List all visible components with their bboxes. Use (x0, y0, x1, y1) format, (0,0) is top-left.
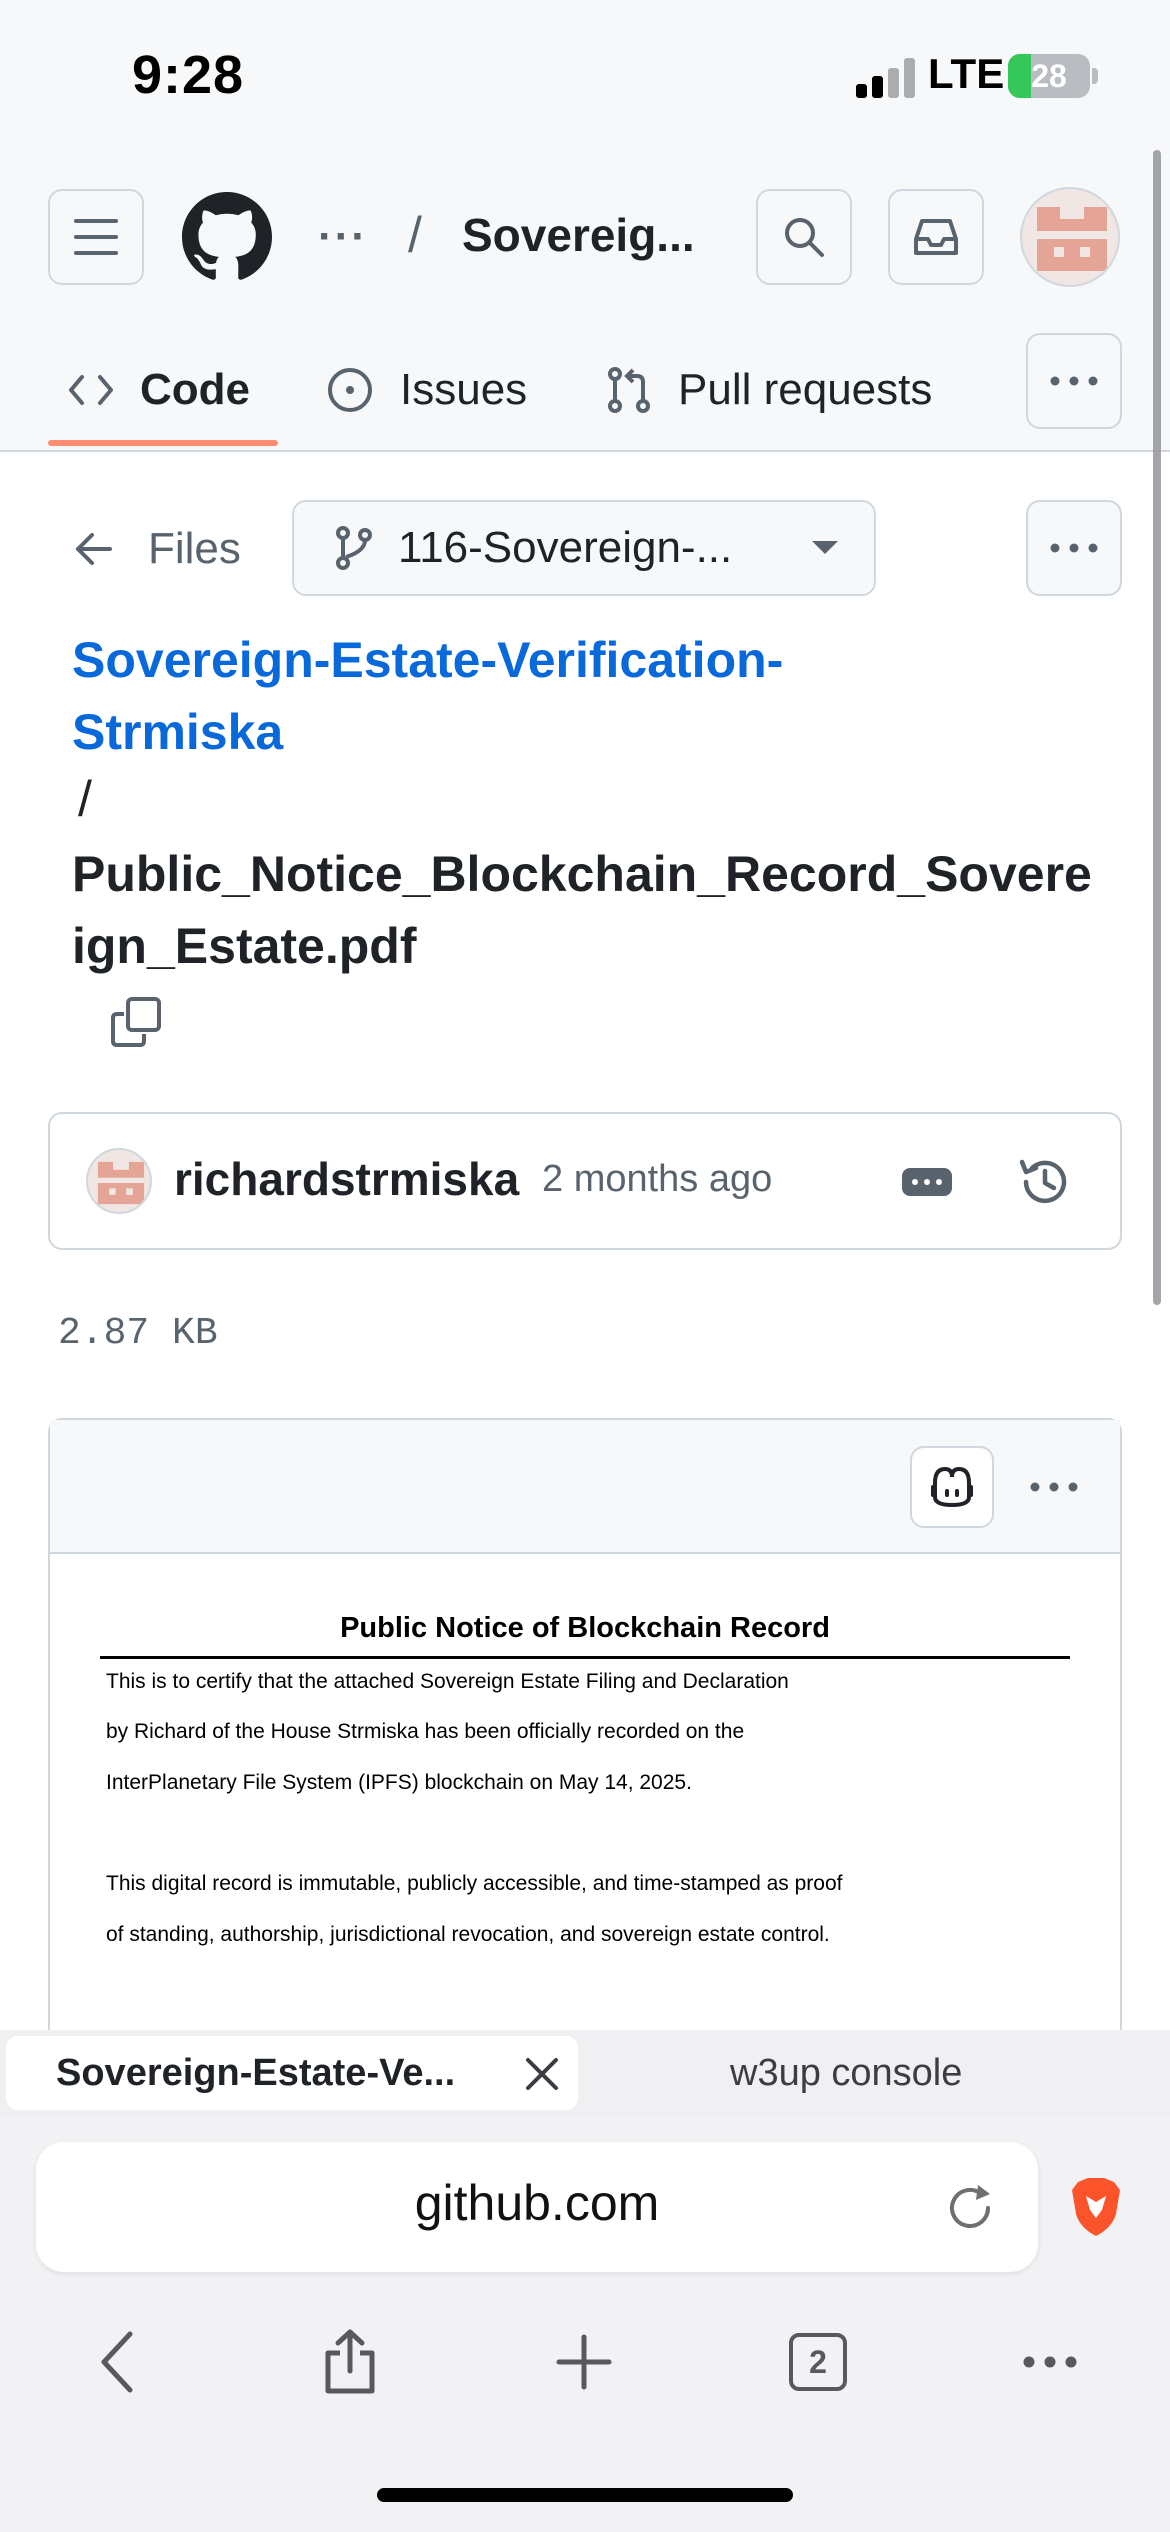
commit-message-toggle[interactable] (902, 1168, 952, 1196)
tab-code-label: Code (140, 365, 250, 414)
search-icon (785, 218, 824, 257)
tab-pull-requests[interactable]: Pull requests (606, 350, 932, 430)
pdf-line: This digital record is immutable, public… (106, 1872, 843, 1895)
tabs-overview-button[interactable]: 2 (786, 2330, 850, 2394)
back-to-files-link[interactable]: Files (74, 520, 241, 578)
issue-circle-icon (328, 368, 372, 412)
breadcrumb-separator: / (408, 207, 422, 263)
copilot-icon (931, 1466, 973, 1508)
home-indicator[interactable] (377, 2488, 793, 2502)
breadcrumb-repo[interactable]: Sovereig... (462, 208, 695, 262)
browser-menu-button[interactable] (1018, 2330, 1082, 2394)
author-avatar[interactable] (86, 1148, 152, 1214)
copilot-button[interactable] (910, 1446, 994, 1528)
history-icon[interactable] (1016, 1154, 1072, 1210)
browser-tab-active-title: Sovereign-Estate-Ve... (56, 2052, 456, 2094)
tab-issues-label: Issues (400, 365, 528, 414)
code-icon (69, 375, 113, 405)
file-size: 2.87 KB (58, 1312, 218, 1355)
battery-cap (1092, 68, 1098, 84)
browser-tab-inactive[interactable]: w3up console (730, 2052, 962, 2095)
pdf-line: This is to certify that the attached Sov… (106, 1670, 789, 1693)
inbox-icon (914, 219, 958, 255)
more-dots-icon (1023, 2356, 1077, 2368)
pdf-title: Public Notice of Blockchain Record (340, 1612, 830, 1644)
pdf-line: by Richard of the House Strmiska has bee… (106, 1720, 745, 1743)
kebab-horizontal-icon (1050, 376, 1098, 386)
tab-code[interactable]: Code (68, 350, 250, 430)
path-repo-link[interactable]: Sovereign-Estate-Verification-Strmiska (72, 624, 972, 768)
commit-time: 2 months ago (542, 1158, 773, 1200)
network-type: LTE (928, 50, 1005, 97)
file-more-button[interactable] (1026, 500, 1122, 596)
battery-charging-icon: 28 (1008, 54, 1090, 98)
tab-selected-indicator (48, 440, 278, 446)
share-icon (325, 2329, 375, 2394)
pdf-line: of standing, authorship, jurisdictional … (106, 1923, 830, 1946)
search-button[interactable] (756, 189, 852, 285)
viewer-more-button[interactable] (1024, 1462, 1084, 1512)
triangle-down-icon (812, 541, 838, 554)
back-button[interactable] (86, 2330, 150, 2394)
plus-icon (556, 2334, 612, 2390)
chevron-left-icon (101, 2331, 133, 2393)
pull-request-icon (608, 367, 650, 413)
signal-bars-icon (856, 58, 918, 98)
reload-icon[interactable] (942, 2180, 998, 2236)
tab-count-icon: 2 (789, 2333, 847, 2391)
tab-issues[interactable]: Issues (326, 350, 527, 430)
branch-name: 116-Sovereign-... (398, 523, 733, 572)
status-time: 9:28 (132, 45, 245, 105)
pdf-title-rule (100, 1656, 1070, 1659)
hamburger-menu-button[interactable] (48, 189, 144, 285)
pdf-line: InterPlanetary File System (IPFS) blockc… (106, 1771, 692, 1794)
avatar-icon[interactable] (1020, 187, 1120, 287)
hamburger-menu-icon (74, 219, 118, 255)
github-logo-icon[interactable] (182, 192, 272, 282)
git-branch-icon (336, 526, 372, 570)
close-icon[interactable] (522, 2054, 562, 2094)
share-button[interactable] (318, 2329, 382, 2394)
branch-selector[interactable]: 116-Sovereign-... (292, 500, 876, 596)
address-bar-url[interactable]: github.com (36, 2174, 1038, 2232)
commit-author[interactable]: richardstrmiska (174, 1152, 519, 1206)
breadcrumb-ellipsis[interactable]: ··· (318, 212, 368, 262)
tabs-more-button[interactable] (1026, 333, 1122, 429)
copy-path-icon[interactable] (110, 996, 162, 1048)
brave-shield-icon[interactable] (1068, 2176, 1124, 2238)
inbox-button[interactable] (888, 189, 984, 285)
kebab-horizontal-icon (1030, 1482, 1078, 1492)
file-name: Public_Notice_Blockchain_Record_Sovereig… (72, 846, 1092, 974)
battery-level: 28 (1031, 58, 1067, 94)
files-label: Files (148, 524, 241, 573)
tab-pull-requests-label: Pull requests (678, 365, 933, 414)
arrow-left-icon (76, 533, 112, 565)
kebab-horizontal-icon (1050, 543, 1098, 553)
path-separator: / (78, 771, 92, 827)
new-tab-button[interactable] (552, 2330, 616, 2394)
scrollbar[interactable] (1153, 150, 1161, 1305)
